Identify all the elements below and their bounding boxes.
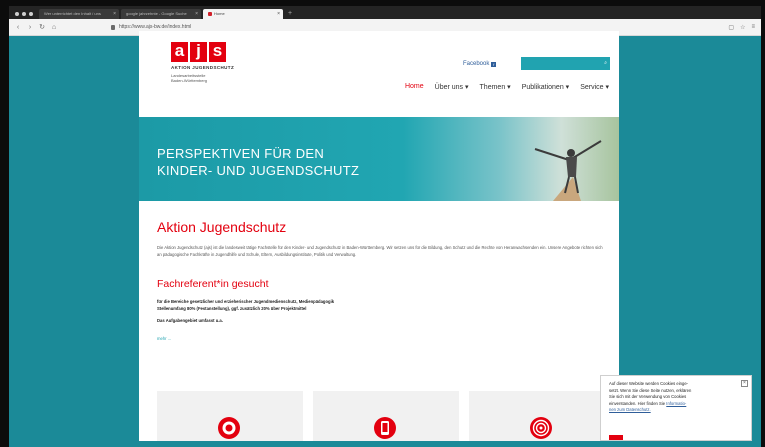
site-logo[interactable]: a j s AKTION JUGENDSCHUTZ Landesarbeitss… (171, 42, 243, 83)
banner-title: PERSPEKTIVEN FÜR DEN KINDER- UND JUGENDS… (157, 145, 359, 179)
teaser-card[interactable] (313, 391, 459, 441)
person-image (534, 140, 602, 201)
web-page: a j s AKTION JUGENDSCHUTZ Landesarbeitss… (139, 31, 619, 441)
logo-letter: a (171, 42, 188, 62)
menu-label: Service (580, 84, 604, 91)
reload-icon[interactable]: ↻ (39, 23, 45, 31)
logo-letter: j (190, 42, 207, 62)
more-link[interactable]: mehr ... (157, 336, 601, 341)
facebook-icon: f (491, 61, 497, 67)
banner-line: KINDER- UND JUGENDSCHUTZ (157, 163, 360, 178)
intro-text: Die Aktion Jugendschutz (ajs) ist die la… (157, 245, 603, 257)
menu-label: Über uns (434, 84, 464, 91)
logo-subtitle: Landesarbeitsstelle Baden-Württemberg (171, 73, 243, 83)
menu-item-service[interactable]: Service ▾ (580, 83, 609, 91)
tab-label: Wer unterrichtet den Inhalt / uns (44, 11, 101, 16)
lock-icon (111, 24, 115, 30)
browser-tab[interactable]: google jahrzehnte - Google Suche × (121, 9, 201, 19)
menu-label: Publikationen (521, 84, 564, 91)
cookie-accept-button[interactable] (609, 435, 623, 440)
privacy-link[interactable]: nen zum Datenschutz. (609, 407, 651, 412)
menu-item-themen[interactable]: Themen ▾ (480, 83, 511, 91)
cookie-notice: × Auf dieser Website werden Cookies eing… (600, 375, 752, 441)
teaser-cards (157, 391, 615, 441)
privacy-link[interactable]: Informatio- (666, 401, 686, 406)
facebook-label: Facebook (463, 61, 490, 67)
chevron-down-icon: ▾ (507, 84, 511, 91)
logo-letter: s (209, 42, 226, 62)
job-details: für die Bereiche gesetzlicher und erzieh… (157, 299, 601, 312)
logo-line: Baden-Württemberg (171, 78, 208, 83)
back-icon[interactable]: ‹ (15, 24, 21, 31)
close-icon[interactable]: × (113, 9, 116, 19)
bookmark-icon[interactable]: ☆ (740, 24, 745, 31)
spiral-icon (530, 417, 552, 439)
window-controls[interactable] (9, 12, 39, 19)
close-icon[interactable]: × (277, 9, 280, 19)
main-menu: Home Über uns ▾ Themen ▾ Publikationen ▾… (405, 83, 609, 91)
logo-letters: a j s (171, 42, 243, 62)
search-input[interactable]: ⌕ (521, 57, 610, 70)
smartphone-icon (374, 417, 396, 439)
facebook-link[interactable]: Facebook f (463, 61, 497, 67)
browser-tab-active[interactable]: Home × (203, 9, 283, 19)
tab-label: google jahrzehnte - Google Suche (126, 11, 187, 16)
new-tab-icon[interactable]: + (285, 9, 292, 19)
chevron-down-icon: ▾ (565, 84, 570, 91)
browser-tab[interactable]: Wer unterrichtet den Inhalt / uns × (39, 9, 119, 19)
browser-tab-bar: Wer unterrichtet den Inhalt / uns × googl… (9, 6, 761, 19)
job-heading: Fachreferent*in gesucht (157, 278, 269, 290)
tab-label: Home (214, 11, 225, 16)
cookie-text-part: einverstanden. Hier finden Sie (609, 400, 666, 406)
close-icon[interactable]: × (195, 9, 198, 19)
home-icon[interactable]: ⌂ (51, 24, 57, 31)
favicon-icon (208, 12, 212, 16)
main-content: Aktion Jugendschutz Die Aktion Jugendsch… (139, 201, 619, 359)
search-icon[interactable]: ⌕ (604, 60, 607, 66)
banner-line: PERSPEKTIVEN FÜR DEN (157, 146, 325, 161)
menu-icon[interactable]: ≡ (751, 24, 755, 31)
target-icon (218, 417, 240, 439)
teaser-card[interactable] (469, 391, 615, 441)
job-line: für die Bereiche gesetzlicher und erzieh… (157, 299, 335, 304)
menu-item-publikationen[interactable]: Publikationen ▾ (522, 83, 570, 91)
page-title: Aktion Jugendschutz (157, 219, 287, 235)
toolbar-icons: ▢ ☆ ≡ (728, 24, 755, 31)
close-icon[interactable]: × (741, 380, 748, 387)
menu-label: Themen (479, 84, 506, 91)
reader-icon[interactable]: ▢ (728, 24, 734, 31)
chevron-down-icon: ▾ (465, 84, 469, 91)
site-header: a j s AKTION JUGENDSCHUTZ Landesarbeitss… (139, 31, 619, 117)
hero-banner: PERSPEKTIVEN FÜR DEN KINDER- UND JUGENDS… (139, 117, 619, 201)
logo-org-name: AKTION JUGENDSCHUTZ (171, 65, 235, 70)
job-line: Stellenumfang 80% (Festanstellung), ggf.… (157, 305, 307, 311)
teaser-card[interactable] (157, 391, 303, 441)
forward-icon[interactable]: › (27, 24, 33, 31)
screen: Wer unterrichtet den Inhalt / uns × googl… (0, 0, 765, 447)
menu-item-home[interactable]: Home (405, 83, 424, 91)
job-tasks: Das Aufgabengebiet umfasst u.a. (157, 318, 223, 323)
chevron-down-icon: ▾ (605, 84, 609, 91)
menu-item-ueber-uns[interactable]: Über uns ▾ (435, 83, 469, 91)
url-text: https://www.ajs-bw.de/index.html (119, 24, 192, 30)
